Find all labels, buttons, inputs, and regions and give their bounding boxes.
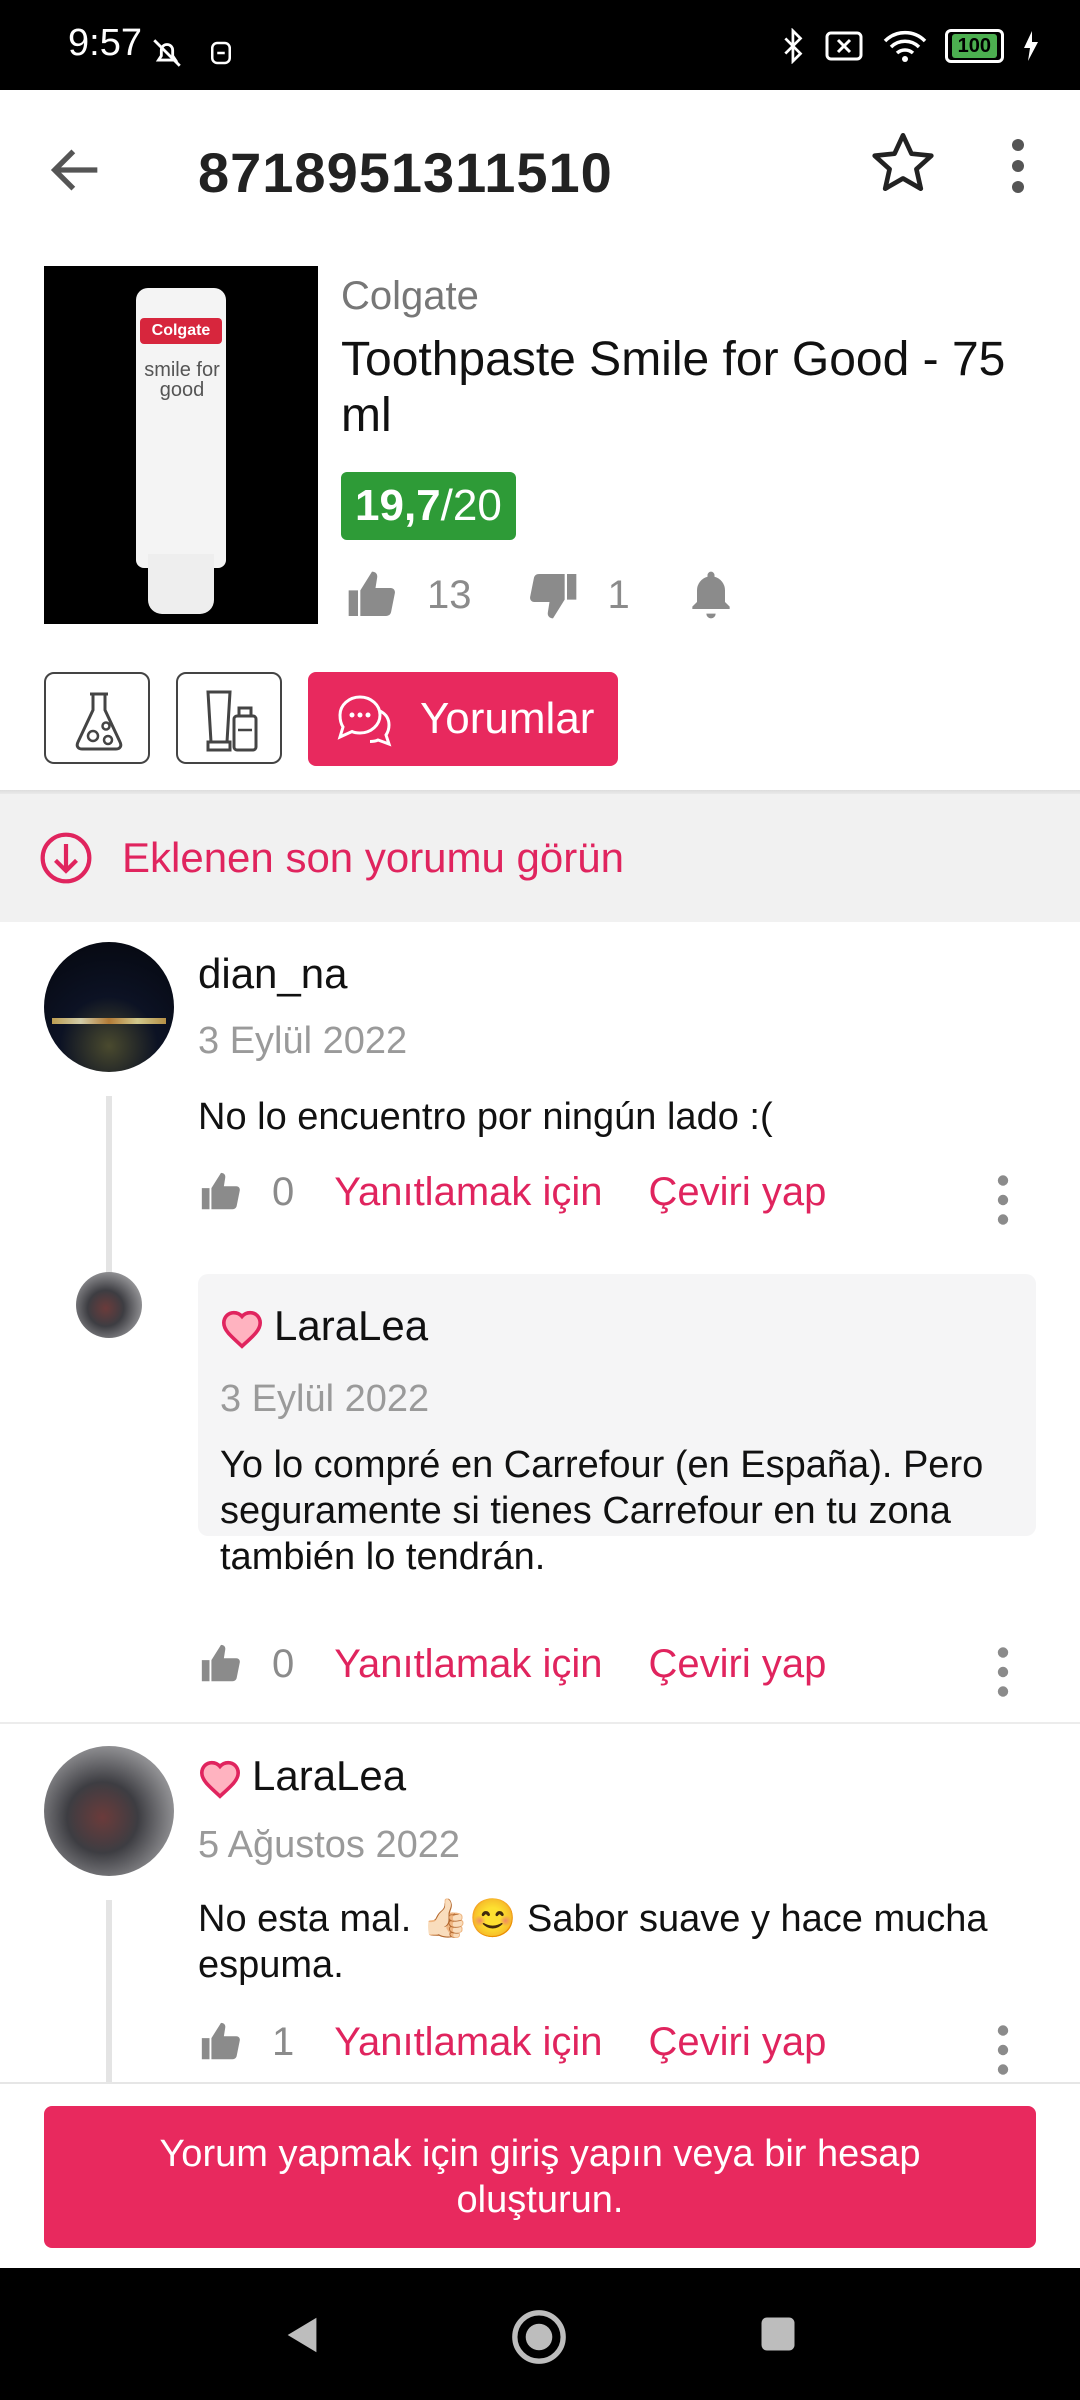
product-tabs: Yorumlar [0,672,1080,768]
nav-recents-icon[interactable] [756,2312,800,2356]
comment-date: 5 Ağustos 2022 [198,1824,460,1866]
reply-box: LaraLea 3 Eylül 2022 Yo lo compré en Car… [198,1274,1036,1578]
comment-actions: 0 Yanıtlamak için Çeviri yap [198,1162,872,1222]
bluetooth-icon [784,28,803,64]
dislikes-count: 1 [607,572,630,617]
shield-status-icon [211,41,232,65]
score-badge: 19,7/20 [341,472,516,540]
chat-bubbles-icon [337,695,392,747]
product-image[interactable]: Colgate smile for good [44,266,318,624]
login-prompt-bar: Yorum yapmak için giriş yapın veya bir h… [0,2082,1080,2270]
more-options-icon[interactable] [993,1174,1013,1226]
bell-icon[interactable] [680,567,742,623]
more-options-icon[interactable] [993,1646,1013,1698]
battery-icon: 100 [944,29,1004,63]
reply-actions: 0 Yanıtlamak için Çeviri yap [198,1634,872,1694]
heart-icon [221,1310,263,1349]
likes-count: 13 [427,572,472,617]
comment-actions: 1 Yanıtlamak için Çeviri yap [198,2012,872,2072]
product-name: Toothpaste Smile for Good - 75 ml [341,333,1006,442]
toothpaste-tube-graphic: Colgate smile for good [136,288,226,614]
arrow-down-circle-icon [40,832,92,884]
status-bar: 9:57 100 [0,0,1080,90]
newest-comment-banner[interactable]: Eklenen son yorumu görün [0,794,1080,922]
wifi-icon [883,30,926,62]
reply-date: 3 Eylül 2022 [220,1378,430,1420]
heart-icon [199,1760,241,1799]
more-options-icon[interactable] [993,2024,1013,2076]
back-arrow-icon[interactable] [44,138,108,202]
newest-comment-label: Eklenen son yorumu görün [122,834,624,881]
comment-item: LaraLea 5 Ağustos 2022 No esta mal. 👍🏻😊 … [0,1724,1080,2082]
comment-like-count: 1 [272,2019,295,2064]
thread-line [106,1900,112,2082]
thumbs-up-icon[interactable] [198,1641,244,1687]
translate-link[interactable]: Çeviri yap [649,1170,827,1215]
favorite-star-icon[interactable] [868,128,938,198]
reply-username[interactable]: LaraLea [220,1302,428,1350]
comment-like-count: 0 [272,1169,295,1214]
comment-date: 3 Eylül 2022 [198,1020,408,1062]
app-bar: 8718951311510 [0,90,1080,250]
tab-comments-label: Yorumlar [420,694,595,743]
reply-link[interactable]: Yanıtlamak için [334,1170,602,1215]
page-title: 8718951311510 [198,141,613,204]
cosmetics-icon [206,690,258,752]
bell-off-icon [153,39,181,67]
reply-avatar[interactable] [76,1272,142,1338]
status-system-icons: 100 [781,28,1040,64]
translate-link[interactable]: Çeviri yap [649,1642,827,1687]
sim-off-icon [825,31,863,61]
system-nav-bar [0,2268,1080,2400]
reply-link[interactable]: Yanıtlamak için [334,2020,602,2065]
charging-icon [1024,31,1038,61]
avatar[interactable] [44,942,174,1072]
comment-text: No lo encuentro por ningún lado :( [198,1096,773,1138]
comment-username[interactable]: LaraLea [198,1752,406,1800]
reply-link[interactable]: Yanıtlamak için [334,1642,602,1687]
reply-like-count: 0 [272,1641,295,1686]
flask-icon [75,692,123,751]
status-notification-icons [150,36,236,75]
translate-link[interactable]: Çeviri yap [649,2020,827,2065]
comment-text: No esta mal. 👍🏻😊 Sabor suave y hace much… [198,1898,988,1986]
avatar[interactable] [44,1746,174,1876]
thumbs-up-icon[interactable] [198,1169,244,1215]
tab-comments[interactable]: Yorumlar [308,672,618,766]
nav-back-icon[interactable] [280,2312,326,2358]
login-button[interactable]: Yorum yapmak için giriş yapın veya bir h… [44,2106,1036,2248]
product-votes: 13 1 [341,560,742,630]
thumbs-up-icon[interactable] [198,2019,244,2065]
comment-item: dian_na 3 Eylül 2022 No lo encuentro por… [0,922,1080,1722]
thumbs-up-icon[interactable] [341,567,403,623]
more-options-icon[interactable] [1000,136,1036,196]
reply-text: Yo lo compré en Carrefour (en España). P… [220,1444,984,1578]
product-brand[interactable]: Colgate [341,274,479,319]
tab-products[interactable] [176,672,282,764]
nav-home-icon[interactable] [510,2308,568,2366]
comment-username[interactable]: dian_na [198,950,347,998]
product-summary: Colgate smile for good Colgate Toothpast… [0,250,1080,650]
status-time: 9:57 [68,22,142,64]
tab-ingredients[interactable] [44,672,150,764]
thumbs-down-icon[interactable] [522,567,584,623]
